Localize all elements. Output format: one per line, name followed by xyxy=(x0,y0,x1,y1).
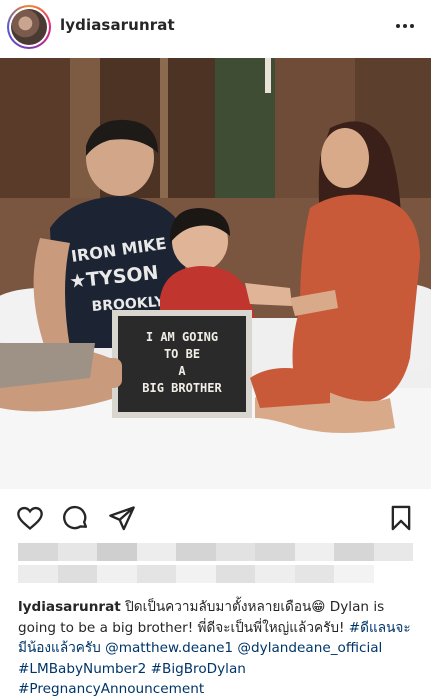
more-options-icon[interactable] xyxy=(393,14,417,38)
blur-cell xyxy=(373,543,413,561)
blur-cell xyxy=(18,565,58,583)
blur-cell xyxy=(57,543,97,561)
blur-cell xyxy=(176,565,216,583)
blur-cell xyxy=(294,543,334,561)
blur-cell xyxy=(255,543,295,561)
blur-row xyxy=(18,565,413,583)
mention-link[interactable]: @dylandeane_official xyxy=(237,640,382,656)
blur-cell xyxy=(215,565,255,583)
blur-cell xyxy=(176,543,216,561)
blur-cell xyxy=(334,543,374,561)
blur-cell xyxy=(255,565,295,583)
blur-cell xyxy=(294,565,334,583)
hashtag-link[interactable]: #LMBabyNumber2 xyxy=(18,661,146,677)
post-photo[interactable]: IRON MIKE ★TYSON BROOKLY I AM GOING TO B… xyxy=(0,58,431,489)
photo-scene: IRON MIKE ★TYSON BROOKLY I AM GOING TO B… xyxy=(0,58,431,489)
paper-plane-icon[interactable] xyxy=(108,504,136,532)
mention-link[interactable]: @matthew.deane1 xyxy=(105,640,233,656)
board-text-2: TO BE xyxy=(164,347,200,361)
blur-cell xyxy=(57,565,97,583)
blur-cell xyxy=(136,565,176,583)
avatar-ring xyxy=(9,7,49,47)
avatar-photo xyxy=(11,9,47,45)
caption-username[interactable]: lydiasarunrat xyxy=(18,599,121,615)
board-text-4: BIG BROTHER xyxy=(142,381,222,395)
comment-icon[interactable] xyxy=(62,504,90,532)
likes-blurred xyxy=(18,543,413,589)
hashtag-link[interactable]: #PregnancyAnnouncement xyxy=(18,681,204,696)
blur-row xyxy=(18,543,413,561)
avatar[interactable] xyxy=(7,5,51,49)
post-header: lydiasarunrat xyxy=(0,0,431,56)
bookmark-icon[interactable] xyxy=(387,504,415,532)
post-caption: lydiasarunrat ปิดเป็นความลับมาตั้งหลายเด… xyxy=(18,597,418,696)
blur-cell xyxy=(97,543,137,561)
hashtag-link[interactable]: #BigBroDylan xyxy=(151,661,246,677)
post-username[interactable]: lydiasarunrat xyxy=(60,16,175,34)
heart-icon[interactable] xyxy=(16,504,44,532)
blur-cell xyxy=(97,565,137,583)
blur-cell xyxy=(18,543,58,561)
board-text-3: A xyxy=(178,364,186,378)
blur-cell xyxy=(373,565,413,583)
blur-cell xyxy=(215,543,255,561)
blur-cell xyxy=(334,565,374,583)
blur-cell xyxy=(136,543,176,561)
board-text-1: I AM GOING xyxy=(146,330,218,344)
action-bar xyxy=(0,500,431,536)
